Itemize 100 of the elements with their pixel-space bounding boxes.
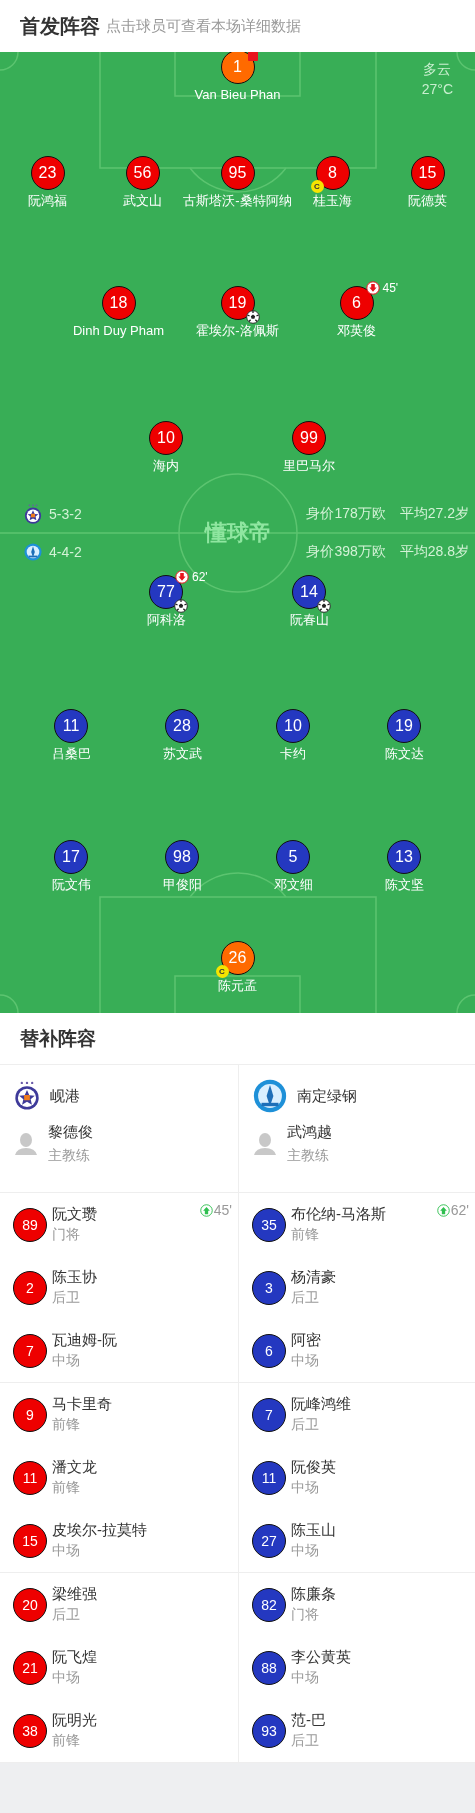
player-name: 陈玉山 [291,1520,336,1540]
substitution-minute: 45' [382,281,399,295]
player-name[interactable]: 吕桑巴 [51,746,91,762]
player-name[interactable]: 武文山 [123,193,162,209]
player-number: 11 [13,1460,47,1495]
player-name[interactable]: 阿科洛 [146,612,186,628]
player-number[interactable]: 14 [292,575,326,609]
player-name[interactable]: Van Bieu Phan [194,87,281,103]
player-number: 89 [13,1207,47,1242]
player-name[interactable]: 里巴马尔 [283,458,335,474]
player-name[interactable]: 霍埃尔-洛佩斯 [196,323,279,339]
section-title: 替补阵容 [20,1026,96,1051]
section-title: 首发阵容 [20,13,100,39]
player-position: 后卫 [291,1415,320,1433]
player-number[interactable]: 10 [276,709,310,743]
substitution-minute: 62' [450,1202,469,1218]
player-name[interactable]: 阮文伟 [51,877,91,893]
player-number[interactable]: 28 [165,709,199,743]
average-age: 平均28.8岁 [399,543,469,561]
player-position: 前锋 [291,1225,320,1243]
player-number[interactable]: 5 [276,840,310,874]
player-position: 后卫 [52,1288,81,1306]
formation: 4-4-2 [49,544,82,560]
player-name[interactable]: 卡约 [280,746,306,762]
player-name[interactable]: 阮德英 [408,193,447,209]
sending-off-card-icon [247,52,258,61]
player-name[interactable]: 邓英俊 [337,323,376,339]
player-position: 门将 [291,1605,320,1623]
player-number: 3 [252,1270,286,1305]
player-name: 阮明光 [52,1710,97,1730]
player-number[interactable]: 15 [410,156,445,190]
player-number[interactable]: 1 [220,52,255,84]
substitution-in-icon [199,1203,213,1217]
player-name: 梁维强 [52,1584,97,1604]
team-name[interactable]: 南定绿钢 [297,1086,357,1106]
player-position: 中场 [291,1351,320,1369]
player-number[interactable]: 11 [54,709,88,743]
player-number[interactable]: 13 [387,840,421,874]
formation: 5-3-2 [49,506,82,522]
player-number[interactable]: 56 [125,156,160,190]
coach-avatar-icon [14,1131,38,1155]
player-name: 范-巴 [291,1710,326,1730]
player-position: 前锋 [52,1731,81,1749]
player-name[interactable]: 陈文坚 [384,877,424,893]
substitute-row[interactable]: 6 阿密 中场 [239,1319,475,1382]
team-value: 身价398万欧 [306,543,386,561]
player-name[interactable]: 桂玉海 [313,193,352,209]
player-name: 李公黄英 [291,1647,351,1667]
player-number: 21 [13,1650,47,1685]
player-number[interactable]: 23 [30,156,65,190]
player-number[interactable]: 6 [339,286,374,320]
player-name[interactable]: 海内 [153,458,179,474]
player-name: 皮埃尔-拉莫特 [52,1520,147,1540]
player-number: 15 [13,1523,47,1558]
player-name: 瓦迪姆-阮 [52,1330,117,1350]
section-hint: 点击球员可查看本场详细数据 [106,16,301,36]
player-name[interactable]: 阮春山 [289,612,329,628]
average-age: 平均27.2岁 [399,505,469,523]
player-number: 35 [252,1207,286,1242]
player-name[interactable]: 邓文细 [273,877,313,893]
club-crest-icon [24,543,42,561]
substitute-row[interactable]: 7 瓦迪姆-阮 中场 [0,1319,238,1382]
captain-badge: C [215,965,229,978]
player-number[interactable]: 99 [292,421,326,455]
player-name: 阮文瓒 [52,1204,97,1224]
player-number: 6 [252,1333,286,1368]
player-number: 38 [13,1713,47,1748]
player-name[interactable]: Dinh Duy Pham [72,323,164,339]
player-number: 11 [252,1460,286,1495]
player-number[interactable]: 18 [101,286,136,320]
player-position: 前锋 [52,1478,81,1496]
substitute-row[interactable]: 3 杨清豪 后卫 [239,1256,475,1319]
player-name[interactable]: 陈文达 [384,746,424,762]
player-number: 82 [252,1587,286,1622]
player-number[interactable]: 19 [387,709,421,743]
player-name[interactable]: 阮鸿福 [28,193,67,209]
team-value: 身价178万欧 [306,505,386,523]
coach-role: 主教练 [287,1146,330,1164]
player-name[interactable]: 苏文武 [162,746,202,762]
substitution-out-icon [175,570,189,584]
player-name: 阮峰鸿维 [291,1394,351,1414]
player-position: 中场 [291,1668,320,1686]
player-name[interactable]: 甲俊阳 [162,877,202,893]
ball-icon [174,599,188,613]
player-position: 中场 [52,1541,81,1559]
player-name[interactable]: 古斯塔沃-桑特阿纳 [183,193,292,209]
player-number[interactable]: 95 [220,156,255,190]
substitute-row[interactable]: 9 马卡里奇 前锋 [0,1383,238,1446]
substitute-row[interactable]: 7 阮峰鸿维 后卫 [239,1383,475,1446]
coach-avatar-icon [253,1131,277,1155]
player-name: 陈玉协 [52,1267,97,1287]
player-name[interactable]: 陈元孟 [218,978,257,994]
player-number[interactable]: 17 [54,840,88,874]
player-number[interactable]: 19 [220,286,255,320]
player-number: 88 [252,1650,286,1685]
substitute-row[interactable]: 2 陈玉协 后卫 [0,1256,238,1319]
team-name[interactable]: 岘港 [50,1086,80,1106]
player-number[interactable]: 10 [149,421,183,455]
coach-name: 武鸿越 [287,1122,332,1142]
player-number[interactable]: 98 [165,840,199,874]
